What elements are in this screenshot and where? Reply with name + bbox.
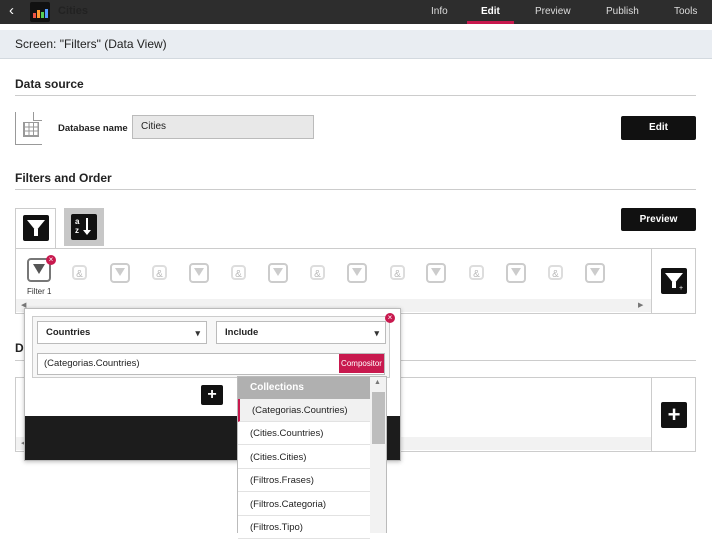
compositor-button[interactable]: Compositor bbox=[339, 354, 384, 373]
divider bbox=[15, 189, 696, 190]
close-popup-icon[interactable]: × bbox=[385, 313, 395, 323]
database-name-label: Database name bbox=[58, 123, 128, 134]
app-logo bbox=[30, 2, 50, 22]
empty-filter-slot-icon[interactable] bbox=[189, 263, 209, 283]
and-connector-icon[interactable]: & bbox=[390, 265, 405, 280]
tab-info[interactable]: Info bbox=[431, 6, 448, 17]
edit-button[interactable]: Edit bbox=[621, 116, 696, 140]
empty-filter-slot-icon[interactable] bbox=[506, 263, 526, 283]
active-tab-indicator bbox=[467, 21, 514, 24]
and-connector-icon[interactable]: & bbox=[548, 265, 563, 280]
mode-select-value: Include bbox=[225, 327, 259, 338]
empty-filter-slot-icon[interactable] bbox=[268, 263, 288, 283]
lower-section-title: D bbox=[15, 341, 24, 355]
dropdown-option[interactable]: (Categorias.Countries) bbox=[238, 399, 370, 422]
database-table-icon bbox=[15, 112, 42, 145]
and-connector-icon[interactable]: & bbox=[469, 265, 484, 280]
plus-icon: + bbox=[661, 402, 687, 428]
dropdown-option[interactable]: (Cities.Countries) bbox=[238, 422, 370, 445]
expression-input[interactable]: (Categorias.Countries) bbox=[37, 353, 385, 375]
filter-funnel-icon bbox=[23, 215, 49, 241]
tab-filters[interactable] bbox=[15, 208, 56, 249]
tab-tools[interactable]: Tools bbox=[674, 6, 697, 17]
and-connector-icon[interactable]: & bbox=[231, 265, 246, 280]
empty-filter-slot-icon[interactable] bbox=[585, 263, 605, 283]
empty-filter-slot-icon[interactable] bbox=[347, 263, 367, 283]
data-source-title: Data source bbox=[15, 77, 84, 91]
add-filter-panel[interactable]: + bbox=[651, 248, 696, 314]
field-select[interactable]: Countries bbox=[37, 321, 207, 344]
empty-filter-slot-icon[interactable] bbox=[110, 263, 130, 283]
filters-order-title: Filters and Order bbox=[15, 171, 112, 185]
database-name-field[interactable]: Cities bbox=[132, 115, 314, 139]
tab-order[interactable]: az bbox=[64, 208, 104, 246]
scroll-right-icon[interactable]: ▶ bbox=[638, 301, 643, 309]
dropdown-option[interactable]: (Filtros.Categoria) bbox=[238, 493, 370, 516]
tab-preview[interactable]: Preview bbox=[535, 6, 571, 17]
sort-az-icon: az bbox=[71, 214, 97, 240]
dropdown-scroll-thumb[interactable] bbox=[372, 392, 385, 444]
add-filter-icon: + bbox=[661, 268, 687, 294]
tab-edit[interactable]: Edit bbox=[481, 6, 500, 17]
tab-publish[interactable]: Publish bbox=[606, 6, 639, 17]
back-arrow-icon[interactable]: ‹ bbox=[9, 2, 14, 19]
dropdown-option[interactable]: (Cities.Cities) bbox=[238, 446, 370, 469]
add-item-panel[interactable]: + bbox=[651, 377, 696, 452]
remove-filter-icon[interactable]: × bbox=[46, 255, 56, 265]
and-connector-icon[interactable]: & bbox=[310, 265, 325, 280]
app-title: Cities bbox=[58, 5, 88, 17]
add-condition-button[interactable]: + bbox=[201, 385, 223, 405]
dropdown-option[interactable]: (Filtros.Tipo) bbox=[238, 516, 370, 539]
divider bbox=[15, 95, 696, 96]
dropdown-header: Collections bbox=[238, 377, 370, 399]
preview-button[interactable]: Preview bbox=[621, 208, 696, 231]
screen-title: Screen: "Filters" (Data View) bbox=[15, 37, 167, 51]
mode-select[interactable]: Include bbox=[216, 321, 386, 344]
and-connector-icon[interactable]: & bbox=[152, 265, 167, 280]
field-select-value: Countries bbox=[46, 327, 91, 338]
filter-1-label: Filter 1 bbox=[27, 287, 52, 296]
empty-filter-slot-icon[interactable] bbox=[426, 263, 446, 283]
dropdown-option[interactable]: (Filtros.Frases) bbox=[238, 469, 370, 492]
scroll-up-icon[interactable]: ▲ bbox=[374, 379, 381, 386]
and-connector-icon[interactable]: & bbox=[72, 265, 87, 280]
